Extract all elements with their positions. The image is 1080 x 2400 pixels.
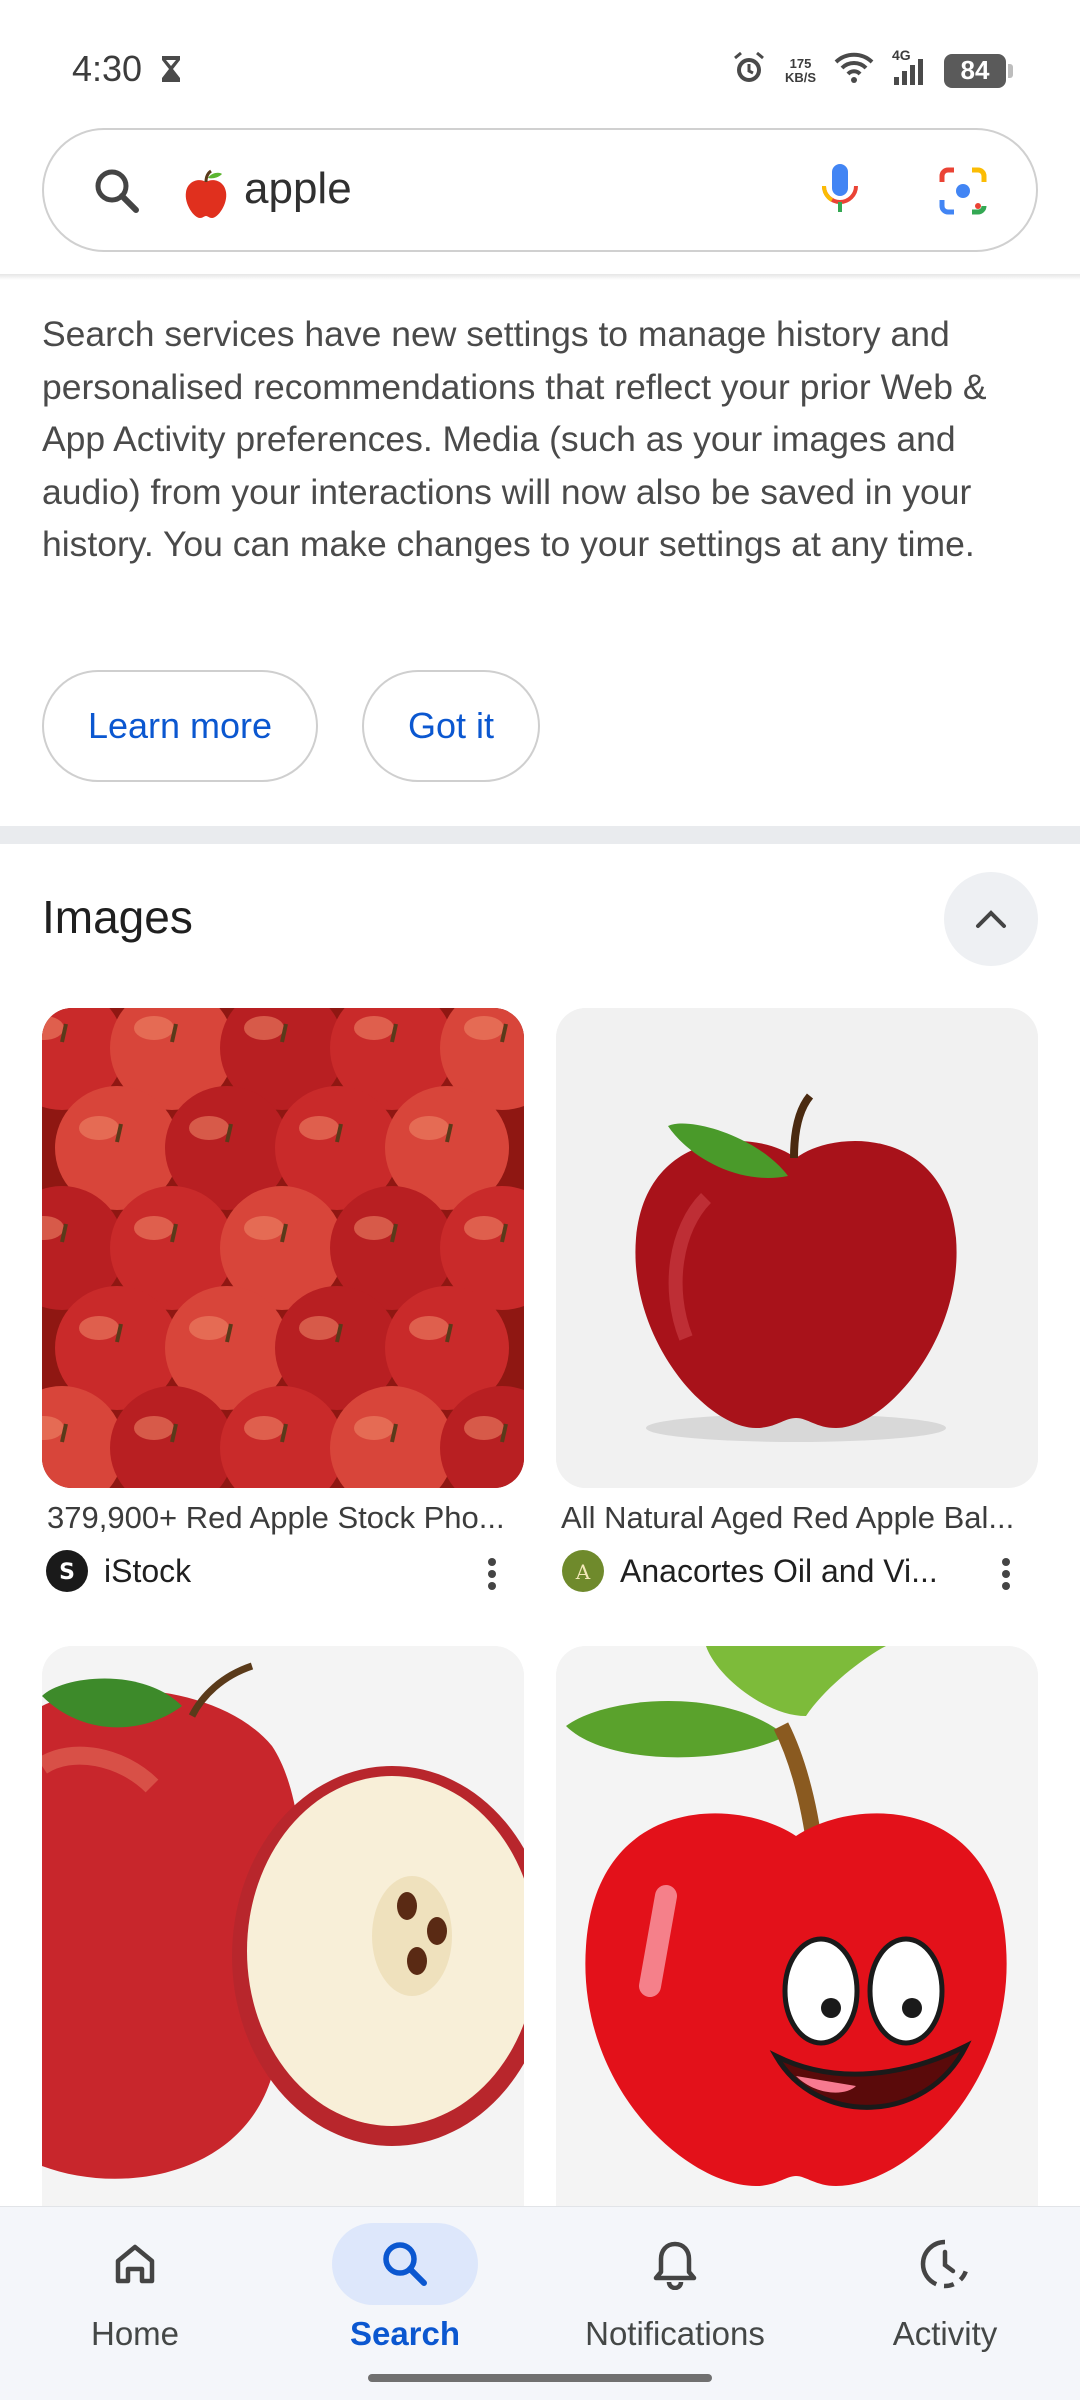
status-icons: 175 KB/S 4G 84 (731, 47, 1013, 91)
nav-notifications[interactable]: Notifications (540, 2223, 810, 2353)
image-result-2-source[interactable]: A Anacortes Oil and Vi... (562, 1550, 938, 1592)
image-result-2-caption[interactable]: All Natural Aged Red Apple Bal... (561, 1500, 1031, 1536)
images-heading: Images (42, 891, 193, 943)
image-result-1-caption[interactable]: 379,900+ Red Apple Stock Pho... (47, 1500, 517, 1536)
section-divider (0, 826, 1080, 844)
svg-text:S: S (59, 1560, 75, 1585)
chevron-up-icon (976, 910, 1006, 928)
mic-icon[interactable] (816, 160, 864, 227)
learn-more-button[interactable]: Learn more (42, 670, 318, 782)
search-query[interactable]: apple (244, 164, 352, 214)
home-icon (115, 2244, 155, 2284)
bottom-navigation: Home Search Notifications Activity (0, 2206, 1080, 2400)
image-result-1-source[interactable]: S iStock (46, 1550, 191, 1592)
header-shadow (0, 274, 1080, 280)
red-apples-pile-image (42, 1008, 524, 1488)
status-time: 4:30 (72, 48, 143, 89)
lens-icon[interactable] (938, 166, 988, 221)
nav-search[interactable]: Search (270, 2223, 540, 2353)
status-bar: 4:30 175 KB/S 4G 84 (0, 0, 1080, 130)
nav-search-label: Search (349, 2315, 461, 2352)
nav-activity[interactable]: Activity (810, 2223, 1080, 2353)
got-it-button[interactable]: Got it (362, 670, 540, 782)
search-bar[interactable]: apple (42, 128, 1038, 252)
collapse-button[interactable] (944, 872, 1038, 966)
image-result-1[interactable] (42, 1008, 524, 1488)
search-icon[interactable] (90, 164, 144, 223)
wifi-icon (834, 52, 874, 89)
single-red-apple-image (556, 1008, 1038, 1488)
battery-indicator: 84 (944, 53, 1013, 88)
nav-home[interactable]: Home (0, 2223, 270, 2353)
settings-notice-text: Search services have new settings to man… (42, 314, 987, 564)
alarm-icon (731, 50, 767, 91)
network-speed: 175 KB/S (784, 55, 816, 85)
image-result-4[interactable] (556, 1646, 1038, 2206)
network-type: 4G (892, 46, 911, 63)
more-options-icon[interactable] (486, 1556, 498, 1597)
istock-logo-icon: S (46, 1550, 88, 1592)
nav-home-label: Home (90, 2315, 180, 2352)
bell-icon (653, 2241, 697, 2290)
hourglass-icon (160, 54, 182, 89)
nav-activity-label: Activity (892, 2315, 998, 2352)
network-speed-unit: KB/S (784, 69, 816, 85)
cell-signal-icon: 4G (892, 47, 926, 87)
apple-emoji-icon (180, 168, 232, 225)
image-result-3[interactable] (42, 1646, 524, 2206)
apple-and-half-image (42, 1646, 524, 2206)
cartoon-apple-image (556, 1646, 1038, 2206)
network-speed-value: 175 (789, 55, 812, 71)
image-result-1-source-name: iStock (104, 1552, 192, 1589)
search-icon (383, 2242, 427, 2286)
home-indicator[interactable] (368, 2374, 712, 2382)
svg-text:A: A (575, 1560, 591, 1584)
image-result-2-source-name: Anacortes Oil and Vi... (620, 1552, 938, 1589)
more-options-icon[interactable] (1000, 1556, 1012, 1597)
nav-notifications-label: Notifications (585, 2315, 765, 2352)
image-result-2[interactable] (556, 1008, 1038, 1488)
anacortes-logo-icon: A (562, 1550, 604, 1592)
activity-icon (920, 2239, 970, 2289)
